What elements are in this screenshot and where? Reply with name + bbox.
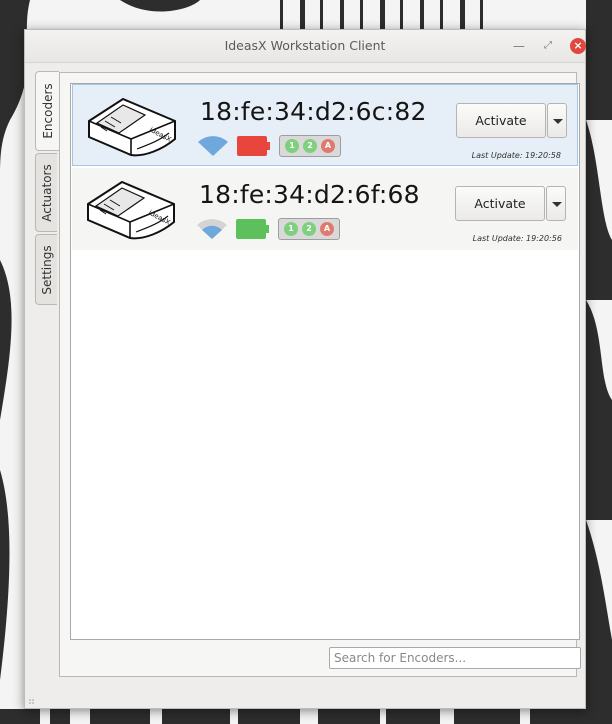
maximize-icon[interactable]: ⤢	[540, 38, 556, 54]
encoder-device-image: ideasX	[87, 180, 175, 240]
encoder-row[interactable]: ideasX 18:fe:34:d2:6c:82 1 2 A Activate …	[72, 84, 578, 166]
button-status-group: 1 2 A	[279, 135, 341, 157]
battery-icon	[237, 136, 267, 156]
encoder-mac-address: 18:fe:34:d2:6c:82	[200, 97, 427, 126]
chevron-down-icon	[553, 119, 563, 124]
encoders-panel: ideasX 18:fe:34:d2:6c:82 1 2 A Activate …	[59, 72, 581, 677]
search-encoders-input[interactable]	[329, 647, 581, 669]
button-status-group: 1 2 A	[278, 218, 340, 240]
activate-options-button[interactable]	[547, 103, 567, 138]
tab-actuators-label: Actuators	[39, 163, 54, 222]
window-title: IdeasX Workstation Client	[224, 38, 386, 53]
encoder-mac-address: 18:fe:34:d2:6f:68	[199, 180, 420, 209]
tab-encoders-label: Encoders	[40, 83, 55, 139]
battery-cap	[266, 225, 269, 233]
minimize-icon[interactable]: —	[511, 38, 527, 54]
app-window: IdeasX Workstation Client — ⤢ × Encoders…	[24, 29, 586, 709]
battery-cap	[267, 142, 270, 150]
encoder-row[interactable]: ideasX 18:fe:34:d2:6f:68 1 2 A Activate	[72, 168, 578, 250]
activate-button[interactable]: Activate	[455, 186, 545, 221]
button-1-indicator: 1	[284, 222, 298, 236]
activate-button[interactable]: Activate	[456, 103, 546, 138]
resize-grip-icon[interactable]	[29, 699, 39, 705]
last-update-text: Last Update: 19:20:56	[472, 234, 562, 243]
title-bar[interactable]: IdeasX Workstation Client — ⤢ ×	[25, 30, 586, 63]
tab-encoders[interactable]: Encoders	[35, 71, 59, 151]
button-a-indicator: A	[320, 222, 334, 236]
battery-icon	[236, 219, 266, 239]
last-update-text: Last Update: 19:20:58	[471, 151, 561, 160]
chevron-down-icon	[552, 202, 562, 207]
tab-settings-label: Settings	[39, 244, 54, 295]
close-icon[interactable]: ×	[570, 38, 586, 54]
activate-options-button[interactable]	[546, 186, 566, 221]
button-2-indicator: 2	[302, 222, 316, 236]
button-1-indicator: 1	[285, 139, 299, 153]
wifi-signal-icon	[197, 219, 227, 239]
encoder-device-image: ideasX	[88, 97, 176, 157]
tab-settings[interactable]: Settings	[35, 234, 57, 305]
wifi-signal-icon	[198, 136, 228, 156]
button-a-indicator: A	[321, 139, 335, 153]
tab-actuators[interactable]: Actuators	[35, 153, 57, 232]
encoder-list[interactable]: ideasX 18:fe:34:d2:6c:82 1 2 A Activate …	[70, 83, 580, 640]
button-2-indicator: 2	[303, 139, 317, 153]
